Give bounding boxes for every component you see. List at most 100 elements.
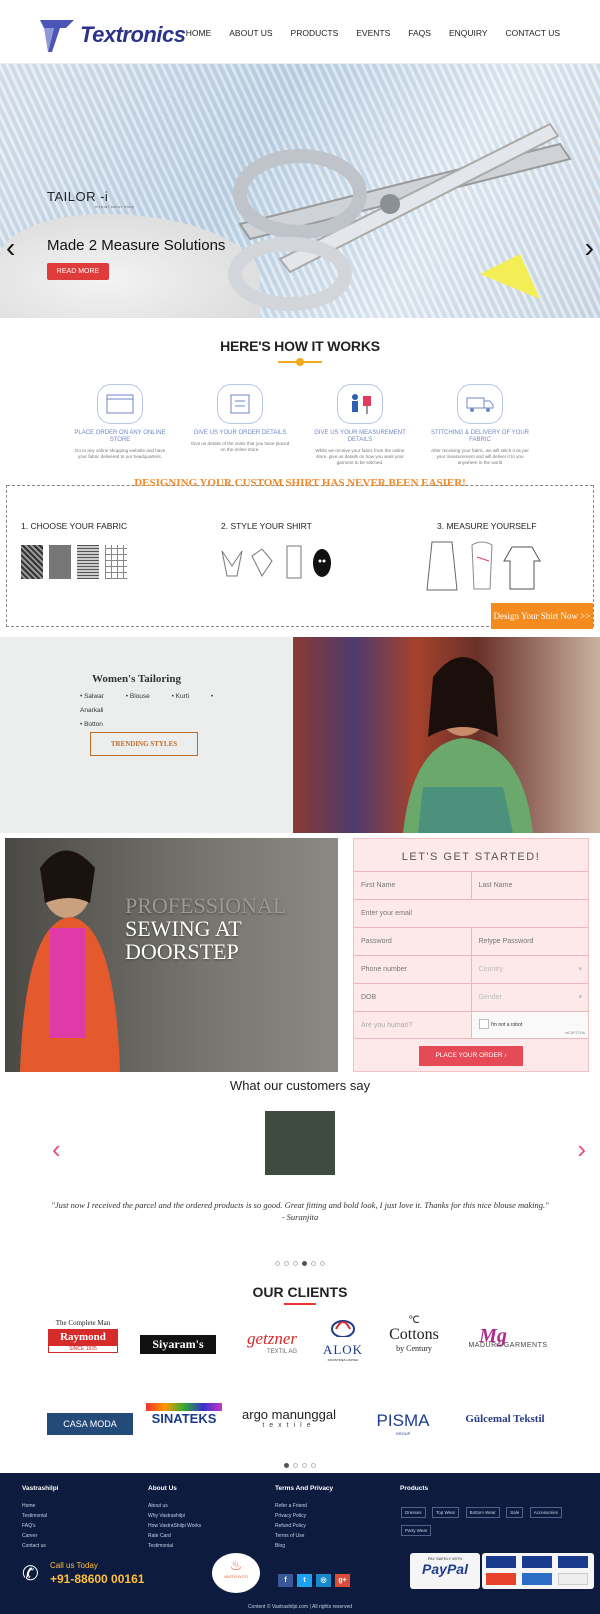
footer-link[interactable]: Refer a Friend [275, 1501, 307, 1511]
retype-password-field[interactable]: Retype Password [470, 928, 589, 955]
step-desc: While we receive your fabric from the on… [315, 448, 405, 465]
vastrjyoti-logo: ♨ VASTRJYOTI [212, 1553, 260, 1593]
nav-events[interactable]: EVENTS [356, 28, 390, 38]
phone-icon: ✆ [22, 1563, 39, 1585]
chevron-right-icon[interactable]: › [577, 1134, 586, 1165]
category-item[interactable]: • Kurti [172, 693, 199, 700]
email-field[interactable]: Enter your email [354, 900, 588, 927]
argo-logo: argo manunggal textile [242, 1407, 336, 1429]
first-name-field[interactable]: First Name [354, 872, 471, 899]
mannequin-icon [337, 384, 383, 424]
google-plus-icon[interactable]: g+ [335, 1574, 350, 1587]
hero-slider: TAILOR -i virtual tailor shop Made 2 Meas… [0, 64, 600, 318]
facebook-icon[interactable]: f [278, 1574, 293, 1587]
fabric-swatch[interactable] [49, 545, 71, 579]
nav-products[interactable]: PRODUCTS [291, 28, 339, 38]
dob-field[interactable]: DOB [354, 984, 471, 1011]
product-tag[interactable]: Party Wear [401, 1525, 432, 1536]
gender-select[interactable]: Gender ▾ [470, 984, 589, 1011]
copyright: Content © Vastrashilpi.com | All rights … [247, 1604, 353, 1610]
footer-link[interactable]: Home [22, 1501, 47, 1511]
shirt-style-icons[interactable] [217, 541, 337, 583]
footer-link[interactable]: Contact us [22, 1541, 47, 1551]
step-place-order: PLACE ORDER ON ANY ONLINE STORE Go to an… [70, 384, 170, 466]
step-desc: Go to any online shopping website and ha… [74, 448, 166, 459]
testimonial-pager[interactable] [0, 1261, 600, 1266]
measure-icons[interactable] [417, 537, 567, 593]
paypal-badge: PAY SAFELY WITH PayPal [410, 1553, 480, 1589]
footer-col-title: Terms And Privacy [275, 1485, 334, 1492]
visa-icon [486, 1556, 516, 1568]
country-select[interactable]: Country ▾ [470, 956, 589, 983]
phone-field[interactable]: Phone number [354, 956, 471, 983]
chevron-left-icon[interactable]: ‹ [6, 234, 15, 262]
nav-enquiry[interactable]: ENQUIRY [449, 28, 488, 38]
nav-home[interactable]: HOME [186, 28, 212, 38]
fabric-swatch[interactable] [21, 545, 43, 579]
siyarams-logo: Siyaram's [140, 1335, 216, 1354]
design-shirt-button[interactable]: Design Your Shirt Now >> [491, 603, 593, 629]
brand-logo[interactable]: Textronics [40, 18, 186, 52]
logo-mark-icon [40, 18, 76, 52]
footer-link[interactable]: How VastraShilpi Works [148, 1521, 201, 1531]
category-item[interactable]: • Botton [80, 721, 113, 728]
footer-links: Home Testimonial FAQ's Career Contact us [22, 1501, 47, 1551]
recaptcha-checkbox[interactable] [478, 1019, 489, 1030]
nav-faqs[interactable]: FAQS [408, 28, 431, 38]
footer-link[interactable]: Privacy Policy [275, 1511, 307, 1521]
form-icon [217, 384, 263, 424]
twitter-icon[interactable]: t [297, 1574, 312, 1587]
product-tag[interactable]: Bottom Wear [465, 1507, 500, 1518]
product-tag[interactable]: Dresses [401, 1507, 426, 1518]
browser-icon [97, 384, 143, 424]
category-item[interactable]: • Blouse [126, 693, 160, 700]
chevron-right-icon[interactable]: › [585, 234, 594, 262]
getzner-logo: getzner TEXTIL AG [246, 1329, 298, 1355]
chevron-left-icon[interactable]: ‹ [52, 1134, 61, 1165]
footer-link[interactable]: Terms of Use [275, 1531, 307, 1541]
last-name-field[interactable]: Last Name [470, 872, 589, 899]
footer-link[interactable]: Rate Card [148, 1531, 201, 1541]
nav-about[interactable]: ABOUT US [229, 28, 272, 38]
product-tag[interactable]: Accessories [529, 1507, 562, 1518]
product-tag[interactable]: Sale [506, 1507, 524, 1518]
footer-link[interactable]: Testimonial [22, 1511, 47, 1521]
footer-link[interactable]: Why Vastrashilpi [148, 1511, 201, 1521]
phone-number[interactable]: +91-88600 00161 [50, 1572, 144, 1586]
read-more-button[interactable]: READ MORE [47, 263, 109, 280]
footer-link[interactable]: About us [148, 1501, 201, 1511]
product-tag[interactable]: Top Wear [431, 1507, 460, 1518]
clients-title: OUR CLIENTS [252, 1284, 348, 1300]
category-item[interactable]: • Salwar [80, 693, 114, 700]
fabric-swatch[interactable] [105, 545, 127, 579]
womens-tailoring-section: Women's Tailoring • Salwar • Blouse • Ku… [0, 637, 600, 833]
sinateks-logo: SINATEKS [146, 1403, 222, 1426]
trending-styles-button[interactable]: TRENDING STYLES [90, 732, 198, 756]
clients-pager[interactable] [0, 1463, 600, 1468]
footer-link[interactable]: Blog [275, 1541, 307, 1551]
how-steps: PLACE ORDER ON ANY ONLINE STORE Go to an… [0, 384, 600, 466]
footer-link[interactable]: FAQ's [22, 1521, 47, 1531]
password-field[interactable]: Password [354, 928, 471, 955]
step-delivery: STITCHING & DELIVERY OF YOUR FABRIC Afte… [430, 384, 530, 466]
footer: Vastrashilpi Home Testimonial FAQ's Care… [0, 1473, 600, 1614]
visa-icon [558, 1556, 588, 1568]
recaptcha-brand: reCAPTCHA [565, 1031, 585, 1035]
footer-link[interactable]: Career [22, 1531, 47, 1541]
main-nav: HOME ABOUT US PRODUCTS EVENTS FAQS ENQUI… [186, 28, 560, 38]
paypal-card-icon [558, 1573, 588, 1585]
instagram-icon[interactable]: ◎ [316, 1574, 331, 1587]
testimonial-quote: "Just now I received the parcel and the … [51, 1200, 549, 1222]
footer-link[interactable]: Testimonial [148, 1541, 201, 1551]
raymond-logo: The Complete Man Raymond SINCE 1925 [48, 1319, 118, 1353]
footer-link[interactable]: Refund Policy [275, 1521, 307, 1531]
pisma-logo: PISMA GROUP [376, 1411, 430, 1436]
fabric-swatch[interactable] [77, 545, 99, 579]
place-order-button[interactable]: PLACE YOUR ORDER › [419, 1046, 523, 1066]
nav-contact[interactable]: CONTACT US [506, 28, 560, 38]
testimonials-title: What our customers say [229, 1078, 371, 1093]
design-title: DESIGNING YOUR CUSTOM SHIRT HAS NEVER BE… [134, 477, 466, 489]
client-logos: The Complete Man Raymond SINCE 1925 Siya… [0, 1305, 600, 1475]
step-order-details: GIVE US YOUR ORDER DETAILS Give us detai… [190, 384, 290, 466]
recaptcha-widget[interactable]: I'm not a robot reCAPTCHA [470, 1012, 588, 1038]
